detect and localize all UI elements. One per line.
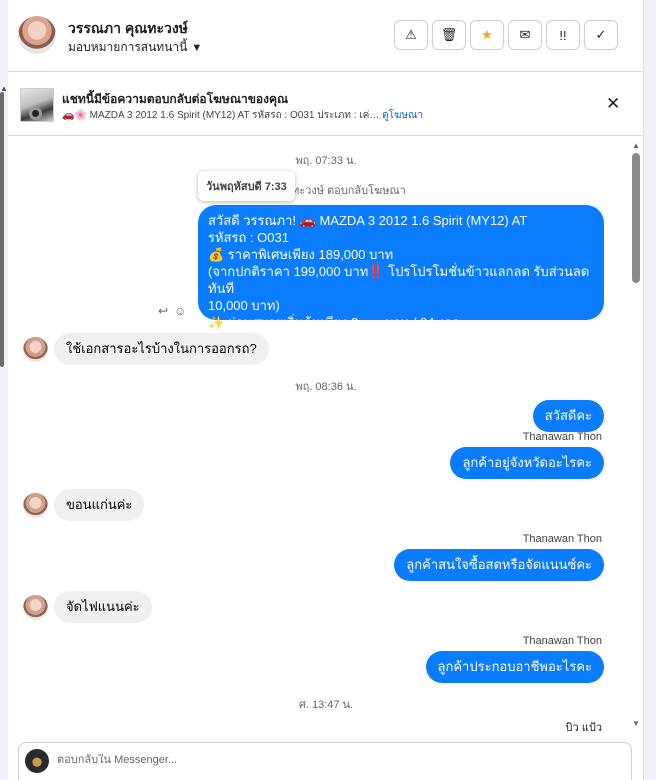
outgoing-message[interactable]: ลูกค้าประกอบอาชีพอะไรคะ (425, 651, 604, 683)
close-icon[interactable]: ✕ (606, 94, 620, 114)
assign-label: มอบหมายการสนทนานี้ (68, 40, 188, 54)
ad-message-line: (จากปกติราคา 199,000 บาท‼️ โปรโปรโมชั่นข… (208, 264, 590, 296)
trash-icon: 🗑 (440, 27, 458, 42)
report-spam-button[interactable]: ⚠ (394, 20, 428, 50)
ad-context-bar: แชทนี้มีข้อความตอบกลับต่อโฆษณาของคุณ 🚗🌸 … (8, 72, 644, 136)
scroll-up-icon[interactable]: ▲ (632, 141, 640, 150)
ad-context-title: แชทนี้มีข้อความตอบกลับต่อโฆษณาของคุณ (62, 92, 289, 106)
ad-thumbnail[interactable] (20, 88, 54, 122)
caret-down-icon: ▼ (191, 41, 203, 54)
follow-up-button[interactable]: !! (546, 20, 580, 50)
view-ad-link[interactable]: ดูโฆษณา (382, 110, 423, 121)
timestamp-divider: ศ. 13:47 น. (298, 699, 354, 711)
ad-details: 🚗🌸 MAZDA 3 2012 1.6 Spirit (MY12) AT รหั… (62, 108, 423, 123)
exclamation-icon: !! (559, 27, 567, 43)
contact-avatar-small (23, 493, 48, 518)
header-toolbar: ⚠ 🗑 ★ ✉ !! ✓ (394, 20, 618, 50)
react-icon[interactable]: ☺ (174, 304, 186, 318)
envelope-open-icon: ✉ (519, 27, 531, 42)
left-edge-scrollbar[interactable]: ▲ (0, 0, 8, 780)
timestamp-tooltip: วันพฤหัสบดี 7:33 (198, 171, 295, 201)
outgoing-message[interactable]: สวัสดีคะ (532, 400, 604, 432)
delete-button[interactable]: 🗑 (432, 20, 466, 50)
contact-avatar-small (23, 595, 48, 620)
sender-name: Thanawan Thon (522, 635, 602, 647)
conversation-header: วรรณภา คุณทะวงษ์ มอบหมายการสนทนานี้ ▼ ⚠ … (8, 0, 644, 72)
page-avatar (25, 749, 49, 773)
incoming-message[interactable]: จัดไฟแนนค่ะ (54, 591, 152, 623)
ad-details-text: 🚗🌸 MAZDA 3 2012 1.6 Spirit (MY12) AT รหั… (62, 110, 380, 121)
reply-input[interactable] (57, 754, 557, 766)
ad-message-line: 💰 ราคาพิเศษเพียง 189,000 บาท (208, 247, 394, 262)
reply-composer (18, 742, 632, 780)
timestamp-divider: พฤ. 08:36 น. (295, 381, 357, 393)
right-edge-background (644, 0, 656, 780)
conversation-panel: วรรณภา คุณทะวงษ์ มอบหมายการสนทนานี้ ▼ ⚠ … (8, 0, 644, 780)
contact-avatar[interactable] (18, 16, 56, 54)
car-wheel-icon (29, 107, 42, 120)
star-button[interactable]: ★ (470, 20, 504, 50)
incoming-message[interactable]: ขอนแก่นค่ะ (54, 489, 145, 521)
check-icon: ✓ (595, 27, 607, 42)
mark-unread-button[interactable]: ✉ (508, 20, 542, 50)
outgoing-message[interactable]: ลูกค้าอยู่จังหวัดอะไรคะ (450, 447, 604, 479)
sender-name: Thanawan Thon (522, 533, 602, 545)
message-thread[interactable]: พฤ. 07:33 น. ทะวงษ์ ตอบกลับโฆษณา วันพฤหั… (8, 137, 644, 740)
warning-icon: ⚠ (405, 27, 417, 42)
ad-message-line: สวัสดี วรรณภา! 🚗 MAZDA 3 2012 1.6 Spirit… (208, 213, 528, 228)
contact-name[interactable]: วรรณภา คุณทะวงษ์ (68, 18, 188, 40)
sender-name: Thanawan Thon (522, 431, 602, 443)
incoming-message[interactable]: ใช้เอกสารอะไรบ้างในการออกรถ? (54, 333, 269, 365)
thread-scroll-thumb[interactable] (632, 153, 640, 283)
scroll-down-icon[interactable]: ▼ (632, 719, 640, 728)
outgoing-message[interactable]: ลูกค้าสนใจซื้อสดหรือจัดแนนซ์คะ (394, 549, 604, 581)
message-actions: ↩ ☺ (158, 304, 186, 318)
timestamp-divider: พฤ. 07:33 น. (295, 155, 357, 167)
ad-message-line: ✨ ผ่อนสบายเริ่มต้นเพียง 3,xxx บาท / 84 ง… (208, 315, 461, 330)
left-scroll-thumb[interactable] (0, 92, 4, 367)
assign-conversation-dropdown[interactable]: มอบหมายการสนทนานี้ ▼ (68, 38, 202, 57)
seen-indicator: บิว แป้ว (565, 722, 602, 734)
contact-avatar-small (23, 337, 48, 362)
ad-message-line: รหัสรถ : O031 (208, 230, 289, 245)
ad-message-line: 10,000 บาท) (208, 298, 280, 313)
ad-reply-label: ทะวงษ์ ตอบกลับโฆษณา (292, 185, 406, 197)
mark-done-button[interactable]: ✓ (584, 20, 618, 50)
outgoing-ad-message[interactable]: สวัสดี วรรณภา! 🚗 MAZDA 3 2012 1.6 Spirit… (198, 205, 604, 330)
reply-icon[interactable]: ↩ (158, 304, 168, 318)
star-icon: ★ (481, 27, 493, 42)
